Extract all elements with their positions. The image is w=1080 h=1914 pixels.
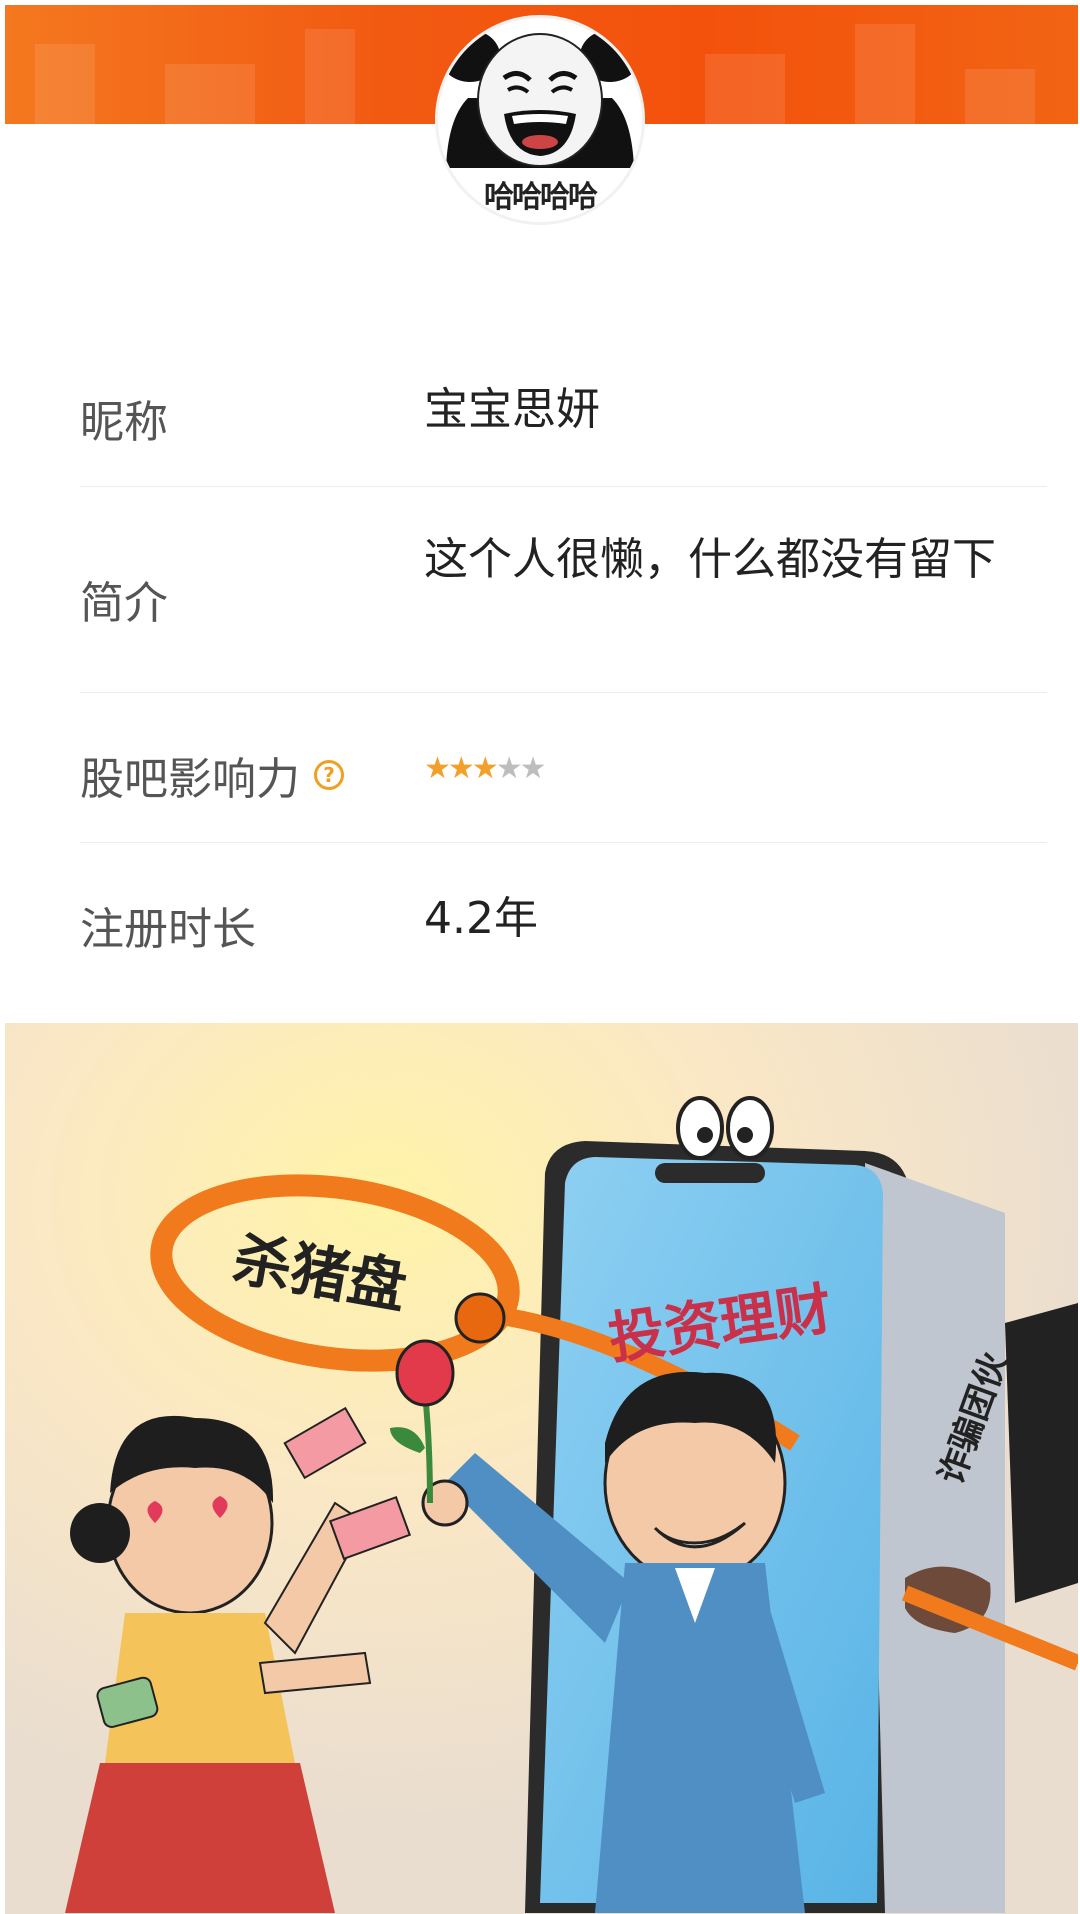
rose-icon — [395, 1339, 455, 1407]
phone-side — [865, 1163, 1005, 1913]
influence-label-group: 股吧影响力 ? — [80, 743, 344, 807]
nickname-row: 昵称 宝宝思妍 — [80, 330, 1047, 487]
user-avatar[interactable]: 哈哈哈哈 — [435, 15, 645, 225]
nickname-value: 宝宝思妍 — [424, 384, 600, 435]
star-empty-icon: ★ — [519, 751, 547, 786]
star-filled-icon: ★ — [447, 751, 475, 786]
nickname-label: 昵称 — [80, 397, 168, 448]
bio-value: 这个人很懒，什么都没有留下 — [424, 534, 996, 585]
register-label: 注册时长 — [80, 904, 256, 955]
influence-label: 股吧影响力 — [80, 754, 300, 805]
star-filled-icon: ★ — [424, 751, 451, 786]
register-row: 注册时长 4.2年 — [80, 843, 1047, 993]
influence-stars: ★★★★★ — [424, 741, 547, 797]
pig-butchering-cartoon: 杀猪盘 投资理财 诈骗团伙 — [5, 1023, 1078, 1914]
star-empty-icon: ★ — [495, 751, 523, 786]
influence-row: 股吧影响力 ? ★★★★★ — [80, 693, 1047, 843]
avatar-caption: 哈哈哈哈 — [484, 180, 598, 215]
bio-row: 简介 这个人很懒，什么都没有留下 — [80, 487, 1047, 693]
register-value: 4.2年 — [424, 893, 538, 944]
help-icon[interactable]: ? — [314, 760, 344, 790]
bio-label: 简介 — [80, 578, 168, 629]
star-filled-icon: ★ — [471, 751, 499, 786]
